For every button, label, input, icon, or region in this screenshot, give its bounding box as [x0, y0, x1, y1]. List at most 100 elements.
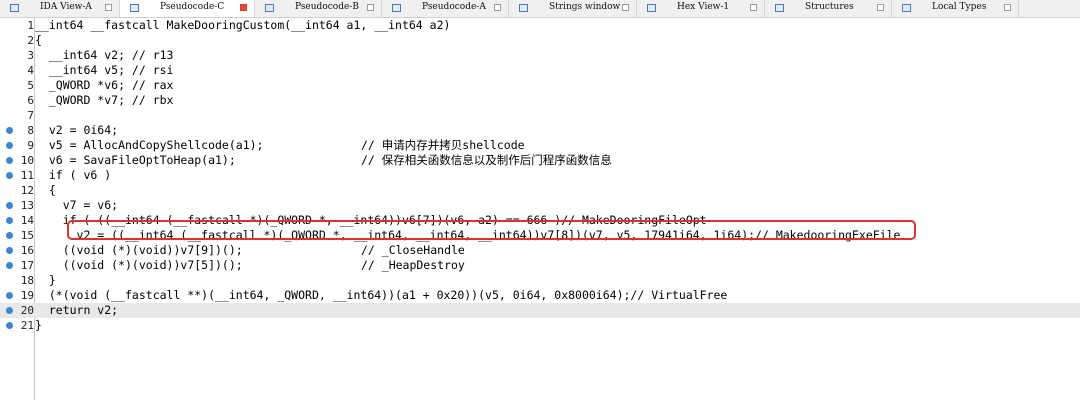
- code-text: }: [35, 273, 56, 287]
- line-number: 17: [20, 259, 34, 272]
- code-text: v5 = AllocAndCopyShellcode(a1);: [35, 138, 264, 152]
- line-number: 9: [27, 139, 34, 152]
- line-number: 10: [20, 154, 34, 167]
- line-number: 15: [20, 229, 34, 242]
- code-line[interactable]: 6 _QWORD *v7; // rbx: [0, 93, 1080, 108]
- code-line[interactable]: 12 {: [0, 183, 1080, 198]
- breakpoint-dot-icon[interactable]: [6, 307, 13, 314]
- code-text: v2 = 0i64;: [35, 123, 119, 137]
- code-line[interactable]: 17 ((void (*)(void))v7[5])(); // _HeapDes…: [0, 258, 1080, 273]
- breakpoint-dot-icon[interactable]: [6, 217, 13, 224]
- code-text: v7 = v6;: [35, 198, 119, 212]
- breakpoint-dot-icon[interactable]: [6, 142, 13, 149]
- code-comment: // 保存相关函数信息以及制作后门程序函数信息: [361, 153, 612, 167]
- tab-label: Local Types: [932, 2, 987, 12]
- tab-ida-view-a[interactable]: IDA View-A: [0, 0, 120, 17]
- tab-label: IDA View-A: [40, 2, 92, 12]
- code-text: _QWORD *v7; // rbx: [35, 93, 174, 107]
- line-number: 2: [27, 34, 34, 47]
- code-text: __int64 __fastcall MakeDooringCustom(__i…: [35, 18, 451, 32]
- close-tab-icon[interactable]: [240, 4, 247, 11]
- highlight-annotation-box: [67, 220, 916, 240]
- code-text: if ( v6 ): [35, 168, 112, 182]
- line-number: 18: [20, 274, 34, 287]
- code-text: {: [35, 33, 42, 47]
- code-line[interactable]: 21}: [0, 318, 1080, 333]
- line-number: 12: [20, 184, 34, 197]
- code-line[interactable]: 9 v5 = AllocAndCopyShellcode(a1); // 申请内存…: [0, 138, 1080, 153]
- close-tab-icon[interactable]: [105, 4, 112, 11]
- hex-view-icon: [647, 4, 656, 12]
- breakpoint-dot-icon[interactable]: [6, 322, 13, 329]
- breakpoint-dot-icon[interactable]: [6, 292, 13, 299]
- tab-label: Pseudocode-B: [295, 2, 359, 12]
- close-tab-icon[interactable]: [622, 4, 629, 11]
- breakpoint-dot-icon[interactable]: [6, 127, 13, 134]
- tab-pseudocode-c[interactable]: Pseudocode-C: [120, 0, 255, 17]
- tab-pseudocode-a[interactable]: Pseudocode-A: [382, 0, 509, 17]
- code-text: (*(void (__fastcall **)(__int64, _QWORD,…: [35, 288, 728, 302]
- line-number: 3: [27, 49, 34, 62]
- pseudocode-icon: [265, 4, 274, 12]
- tab-strings-window[interactable]: Strings window: [509, 0, 637, 17]
- close-tab-icon[interactable]: [367, 4, 374, 11]
- code-comment: // _CloseHandle: [361, 243, 465, 257]
- code-line[interactable]: 10 v6 = SavaFileOptToHeap(a1); // 保存相关函数信…: [0, 153, 1080, 168]
- breakpoint-dot-icon[interactable]: [6, 172, 13, 179]
- line-number: 8: [27, 124, 34, 137]
- strings-icon: [519, 4, 528, 12]
- code-line[interactable]: 3 __int64 v2; // r13: [0, 48, 1080, 63]
- code-comment: // _HeapDestroy: [361, 258, 465, 272]
- code-line[interactable]: 8 v2 = 0i64;: [0, 123, 1080, 138]
- code-line[interactable]: 5 _QWORD *v6; // rax: [0, 78, 1080, 93]
- tab-bar: IDA View-A Pseudocode-C Pseudocode-B Pseudo…: [0, 0, 1080, 18]
- line-number: 11: [20, 169, 34, 182]
- code-line[interactable]: 13 v7 = v6;: [0, 198, 1080, 213]
- line-number: 21: [20, 319, 34, 332]
- code-line[interactable]: 1 __int64 __fastcall MakeDooringCustom(__…: [0, 18, 1080, 33]
- code-text: ((void (*)(void))v7[5])();: [35, 258, 243, 272]
- code-text: return v2;: [35, 303, 119, 317]
- code-text: {: [35, 183, 56, 197]
- tab-hex-view-1[interactable]: Hex View-1: [637, 0, 765, 17]
- close-tab-icon[interactable]: [877, 4, 884, 11]
- line-number: 5: [27, 79, 34, 92]
- breakpoint-dot-icon[interactable]: [6, 232, 13, 239]
- code-line[interactable]: 11 if ( v6 ): [0, 168, 1080, 183]
- code-line[interactable]: 7: [0, 108, 1080, 123]
- code-text: __int64 v5; // rsi: [35, 63, 174, 77]
- tab-structures[interactable]: Structures: [765, 0, 892, 17]
- line-number: 6: [27, 94, 34, 107]
- breakpoint-dot-icon[interactable]: [6, 202, 13, 209]
- breakpoint-dot-icon[interactable]: [6, 247, 13, 254]
- line-number: 1: [27, 19, 34, 32]
- line-number: 20: [20, 304, 34, 317]
- tab-label: Pseudocode-A: [422, 2, 486, 12]
- tab-label: Strings window: [549, 2, 621, 12]
- ida-view-icon: [10, 4, 19, 12]
- close-tab-icon[interactable]: [1004, 4, 1011, 11]
- tab-label: Hex View-1: [677, 2, 730, 12]
- code-text: v6 = SavaFileOptToHeap(a1);: [35, 153, 236, 167]
- close-tab-icon[interactable]: [494, 4, 501, 11]
- line-number: 16: [20, 244, 34, 257]
- breakpoint-dot-icon[interactable]: [6, 262, 13, 269]
- line-number: 14: [20, 214, 34, 227]
- code-comment: // 申请内存并拷贝shellcode: [361, 138, 525, 152]
- code-line[interactable]: 16 ((void (*)(void))v7[9])(); // _CloseHa…: [0, 243, 1080, 258]
- tab-local-types[interactable]: Local Types: [892, 0, 1019, 17]
- tab-label: Structures: [805, 2, 854, 12]
- code-line[interactable]: 19 (*(void (__fastcall **)(__int64, _QWO…: [0, 288, 1080, 303]
- local-types-icon: [902, 4, 911, 12]
- code-line[interactable]: 18 }: [0, 273, 1080, 288]
- tab-label: Pseudocode-C: [160, 2, 225, 12]
- structures-icon: [775, 4, 784, 12]
- breakpoint-dot-icon[interactable]: [6, 157, 13, 164]
- code-line[interactable]: 2{: [0, 33, 1080, 48]
- code-line[interactable]: 4 __int64 v5; // rsi: [0, 63, 1080, 78]
- tab-pseudocode-b[interactable]: Pseudocode-B: [255, 0, 382, 17]
- close-tab-icon[interactable]: [750, 4, 757, 11]
- code-text: }: [35, 318, 42, 332]
- code-line[interactable]: 20 return v2;: [0, 303, 1080, 318]
- pseudocode-icon: [130, 4, 139, 12]
